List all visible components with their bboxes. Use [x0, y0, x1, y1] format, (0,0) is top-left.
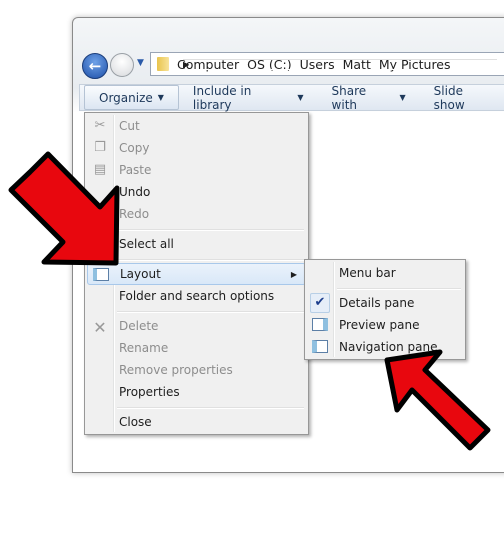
red-arrow-left-icon	[8, 151, 120, 266]
annotation-arrows	[8, 151, 491, 451]
red-arrow-right-icon	[384, 349, 491, 451]
